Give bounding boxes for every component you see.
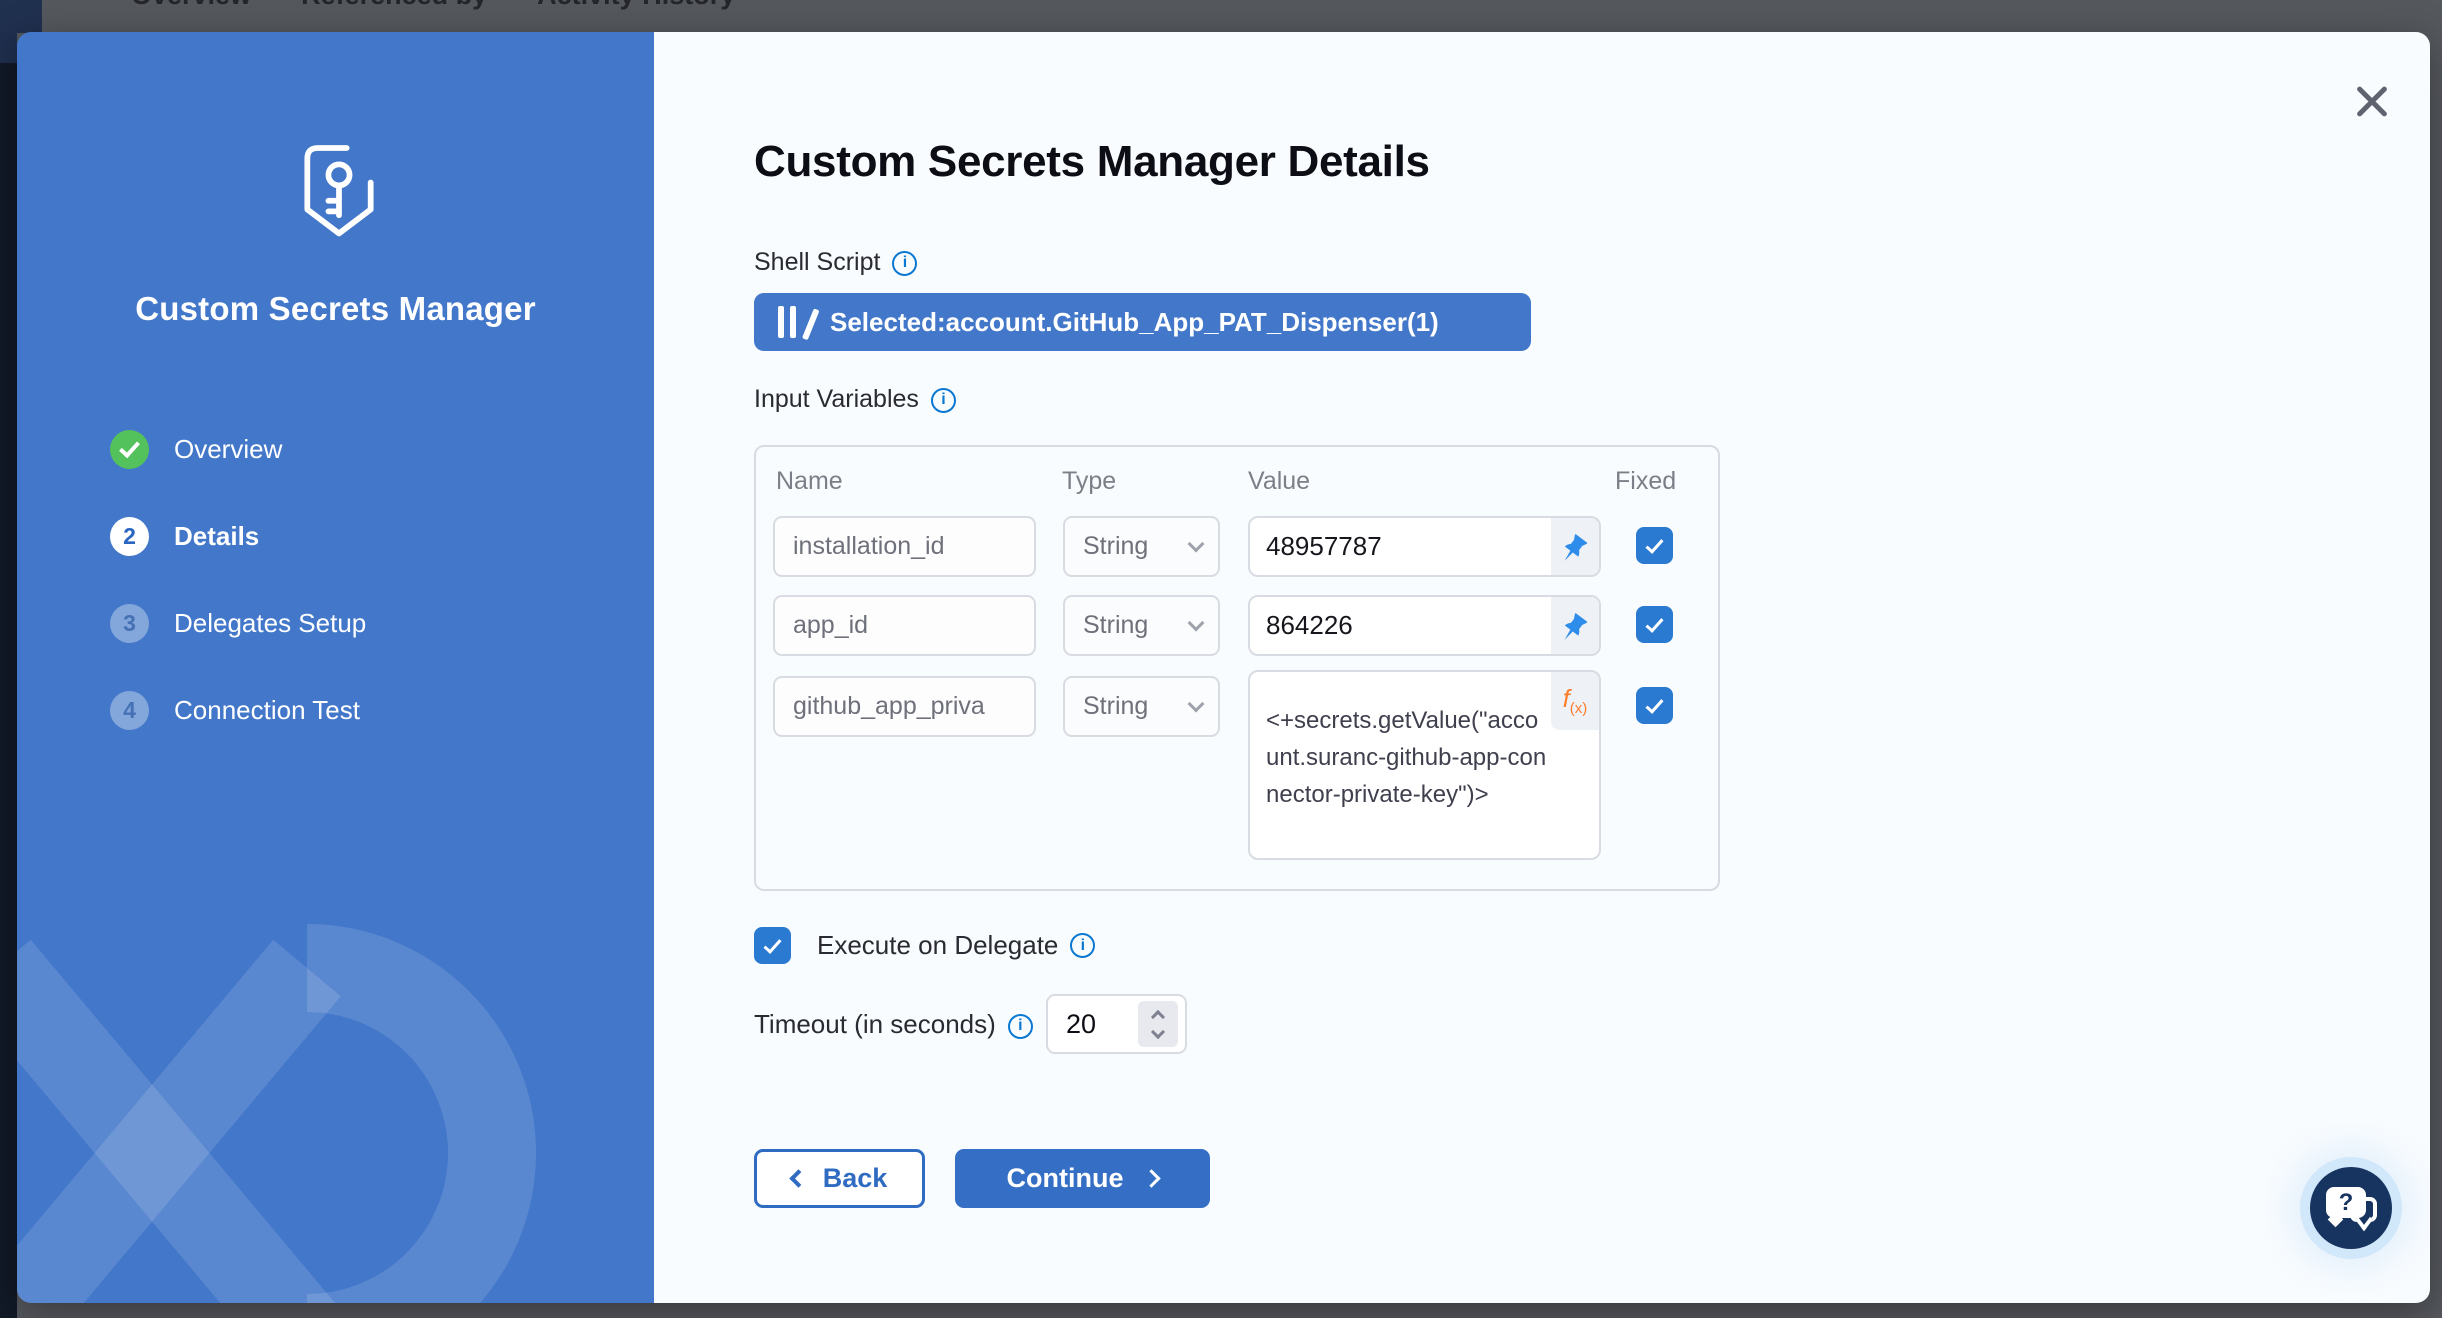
page-title: Custom Secrets Manager Details xyxy=(754,137,1430,187)
var-value-expression[interactable]: <+secrets.getValue("account.suranc-githu… xyxy=(1250,672,1551,858)
var-name-input[interactable] xyxy=(773,676,1036,737)
var-name-input[interactable] xyxy=(773,516,1036,577)
var-value-group xyxy=(1248,516,1601,577)
col-header-fixed: Fixed xyxy=(1615,467,1676,496)
continue-button-label: Continue xyxy=(1007,1163,1124,1194)
screen: Overview Referenced by Activity History … xyxy=(0,0,2442,1318)
chevron-down-icon xyxy=(1188,535,1205,552)
step-connection-test[interactable]: 4 Connection Test xyxy=(110,691,366,730)
selected-shell-script-button[interactable]: Selected:account.GitHub_App_PAT_Dispense… xyxy=(754,293,1531,351)
var-type-value: String xyxy=(1083,532,1148,561)
col-header-name: Name xyxy=(776,467,843,496)
col-header-value: Value xyxy=(1248,467,1310,496)
template-library-icon xyxy=(778,306,814,338)
modal-main-panel: Custom Secrets Manager Details Shell Scr… xyxy=(654,32,2430,1303)
step-label: Connection Test xyxy=(174,695,360,726)
pin-icon[interactable] xyxy=(1551,597,1599,654)
info-icon[interactable]: i xyxy=(931,388,956,413)
harness-logo-watermark xyxy=(17,883,597,1303)
var-value-input[interactable] xyxy=(1250,518,1551,575)
var-type-value: String xyxy=(1083,611,1148,640)
col-header-type: Type xyxy=(1062,467,1116,496)
execute-on-delegate-label: Execute on Delegate xyxy=(817,930,1058,961)
left-nav-rail-top xyxy=(0,0,42,33)
continue-button[interactable]: Continue xyxy=(955,1149,1210,1208)
fixed-checkbox[interactable] xyxy=(1636,606,1673,643)
chevron-down-icon xyxy=(1188,614,1205,631)
custom-secrets-manager-modal: Custom Secrets Manager Overview 2 Detail… xyxy=(17,32,2430,1303)
timeout-input-group xyxy=(1046,994,1187,1054)
close-icon[interactable] xyxy=(2352,82,2392,122)
step-label: Overview xyxy=(174,434,282,465)
step-number: 3 xyxy=(110,604,149,643)
stepper-up-icon[interactable] xyxy=(1151,1009,1165,1023)
var-type-value: String xyxy=(1083,692,1148,721)
timeout-label: Timeout (in seconds)i xyxy=(754,1009,1033,1040)
fixed-checkbox[interactable] xyxy=(1636,527,1673,564)
var-type-select[interactable]: String xyxy=(1063,516,1220,577)
tab-activity-history[interactable]: Activity History xyxy=(537,0,735,11)
chevron-right-icon xyxy=(1143,1169,1161,1187)
step-details[interactable]: 2 Details xyxy=(110,517,366,556)
tab-referenced-by[interactable]: Referenced by xyxy=(301,0,487,11)
back-button-label: Back xyxy=(823,1163,888,1194)
stepper-down-icon[interactable] xyxy=(1151,1024,1165,1038)
tab-overview[interactable]: Overview xyxy=(131,0,251,11)
secrets-manager-key-shield-icon xyxy=(291,140,387,252)
wizard-steps: Overview 2 Details 3 Delegates Setup 4 C… xyxy=(110,430,366,778)
pin-icon[interactable] xyxy=(1551,518,1599,575)
execute-on-delegate-row: Execute on Delegate i xyxy=(754,927,1095,964)
input-variables-table: Name Type Value Fixed String xyxy=(754,445,1720,891)
number-stepper[interactable] xyxy=(1138,1001,1178,1047)
back-button[interactable]: Back xyxy=(754,1149,925,1208)
var-value-group: <+secrets.getValue("account.suranc-githu… xyxy=(1248,670,1601,860)
var-value-group xyxy=(1248,595,1601,656)
step-delegates-setup[interactable]: 3 Delegates Setup xyxy=(110,604,366,643)
step-number: 2 xyxy=(110,517,149,556)
step-label: Details xyxy=(174,521,259,552)
info-icon[interactable]: i xyxy=(892,251,917,276)
help-chat-button[interactable]: ? xyxy=(2310,1167,2392,1249)
step-label: Delegates Setup xyxy=(174,608,366,639)
var-name-input[interactable] xyxy=(773,595,1036,656)
fixed-checkbox[interactable] xyxy=(1636,687,1673,724)
wizard-sidebar: Custom Secrets Manager Overview 2 Detail… xyxy=(17,32,654,1303)
wizard-title: Custom Secrets Manager xyxy=(17,290,654,328)
step-number: 4 xyxy=(110,691,149,730)
execute-on-delegate-checkbox[interactable] xyxy=(754,927,791,964)
info-icon[interactable]: i xyxy=(1070,933,1095,958)
expression-fx-icon[interactable]: f(x) xyxy=(1551,672,1599,730)
shell-script-label: Shell Scripti xyxy=(754,248,917,277)
background-page-tabs: Overview Referenced by Activity History xyxy=(131,0,735,11)
chat-question-icon: ? xyxy=(2326,1187,2366,1218)
var-value-input[interactable] xyxy=(1250,597,1551,654)
info-icon[interactable]: i xyxy=(1008,1014,1033,1039)
left-nav-rail xyxy=(0,33,17,1318)
input-variables-label: Input Variablesi xyxy=(754,385,956,414)
step-overview[interactable]: Overview xyxy=(110,430,366,469)
chevron-down-icon xyxy=(1188,695,1205,712)
timeout-input[interactable] xyxy=(1048,1009,1108,1040)
var-type-select[interactable]: String xyxy=(1063,595,1220,656)
step-done-check-icon xyxy=(110,430,149,469)
selected-shell-script-value: Selected:account.GitHub_App_PAT_Dispense… xyxy=(830,307,1439,338)
var-type-select[interactable]: String xyxy=(1063,676,1220,737)
chevron-left-icon xyxy=(789,1169,807,1187)
